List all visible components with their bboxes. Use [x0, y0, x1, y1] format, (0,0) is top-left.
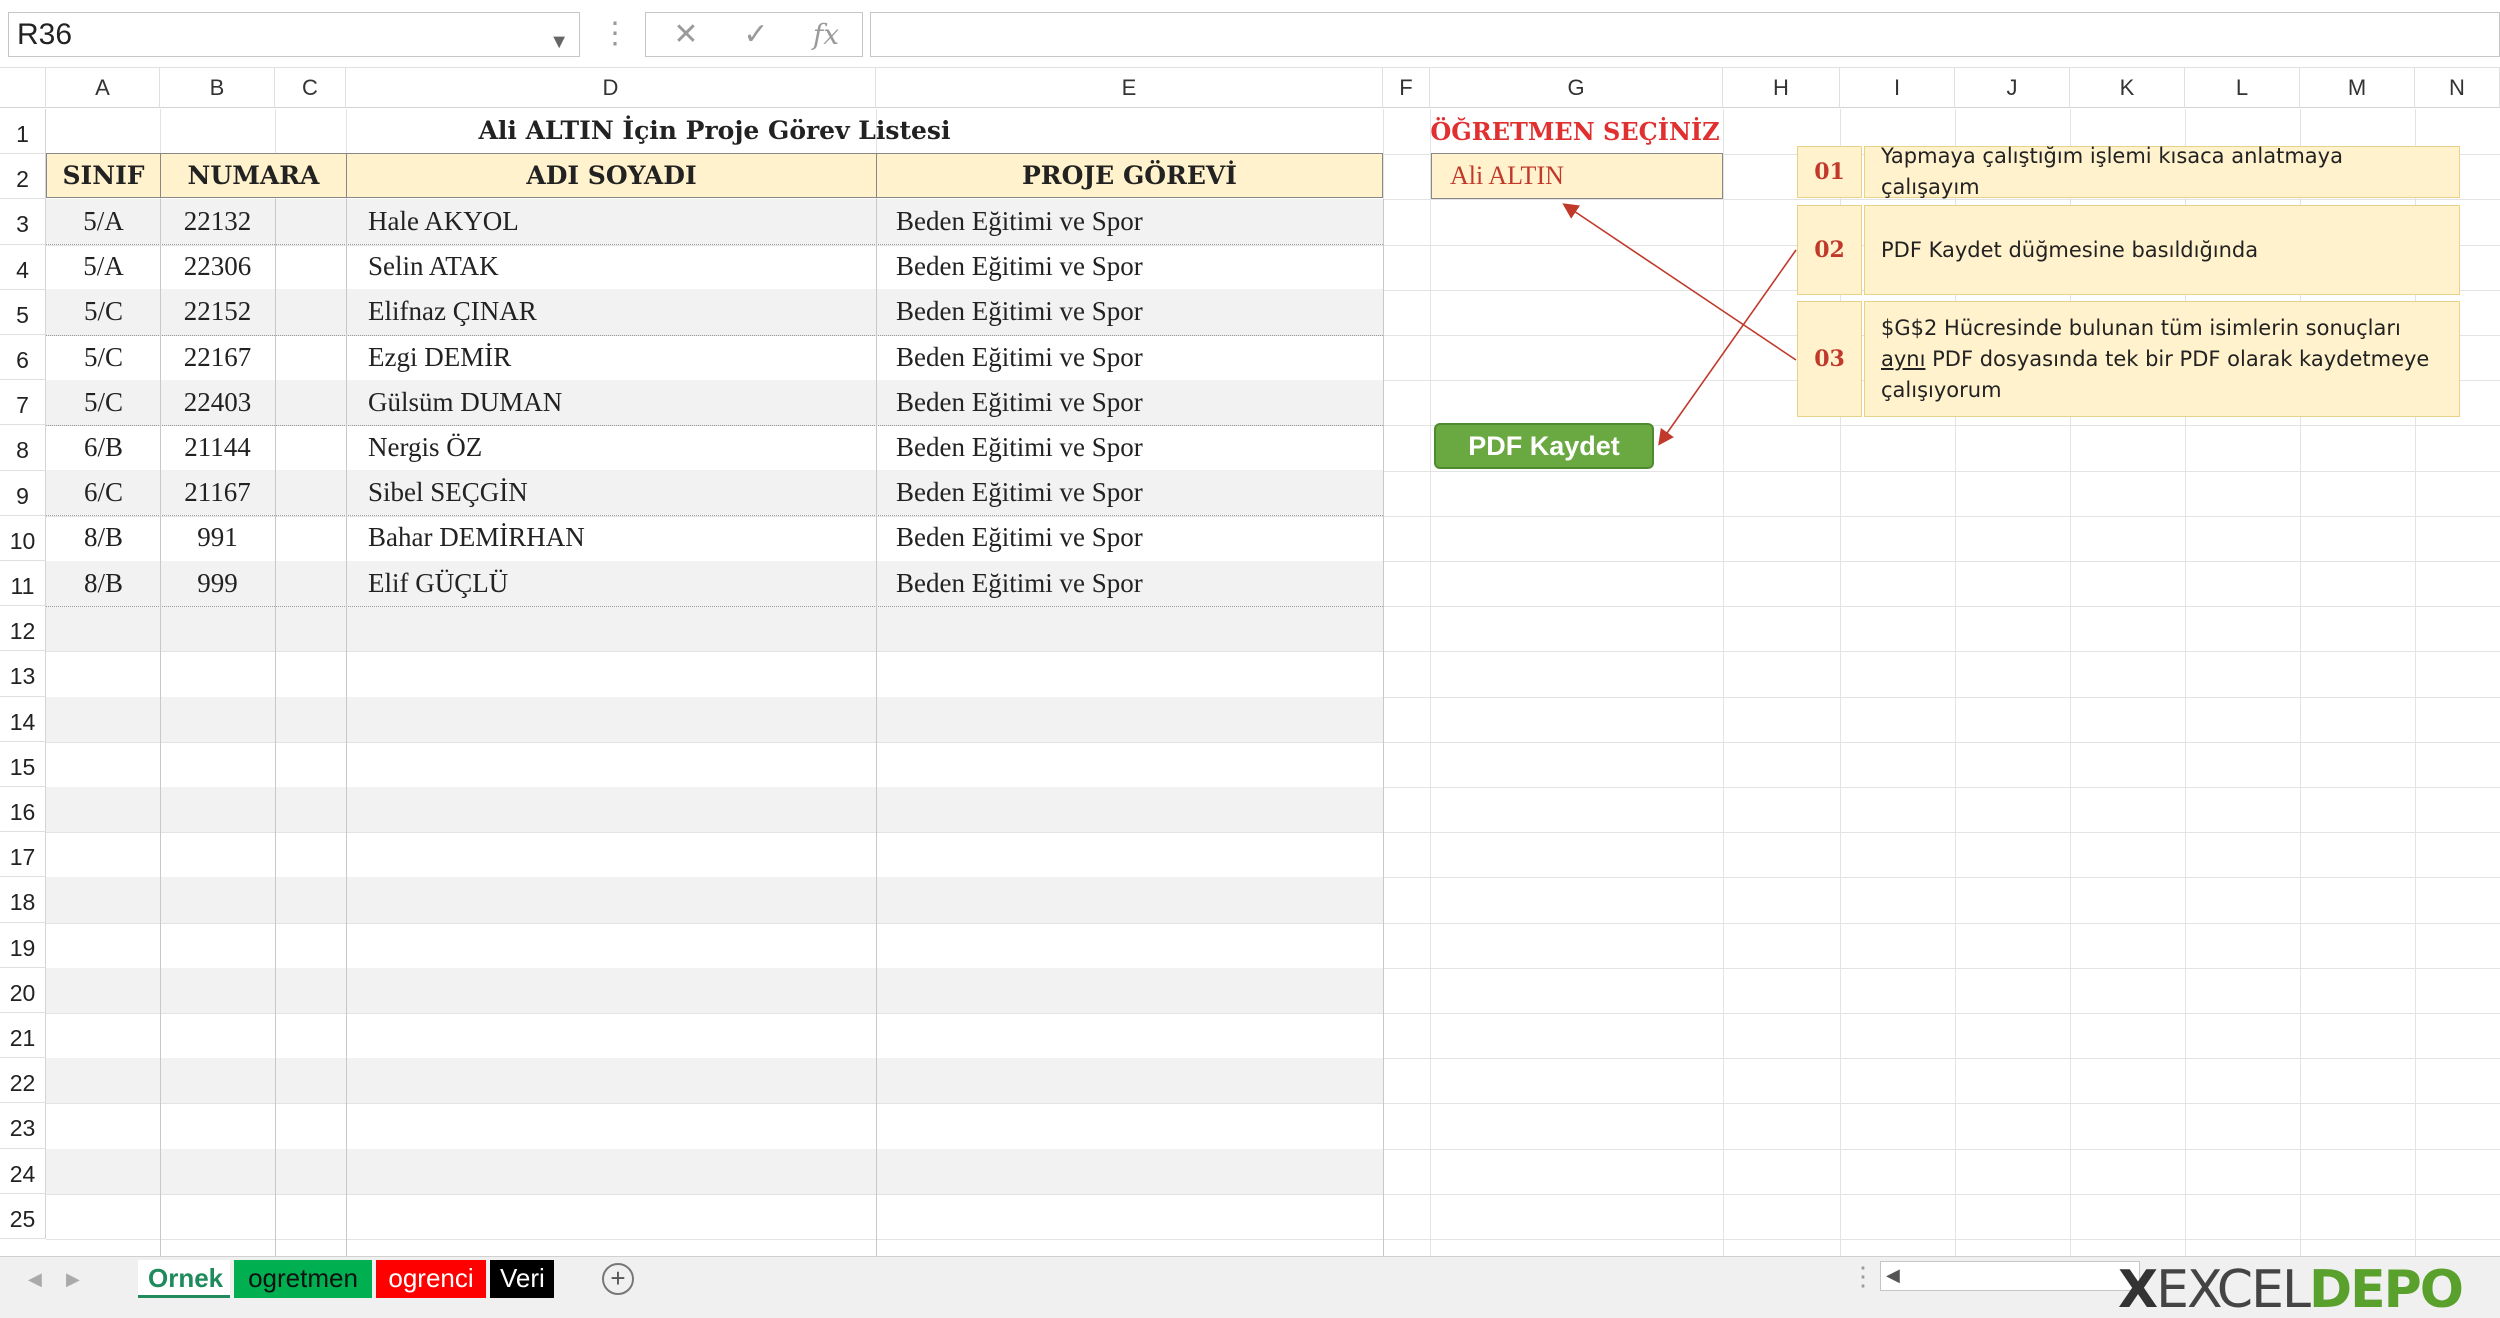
- tab-ogretmen[interactable]: ogretmen: [234, 1260, 372, 1298]
- tab-next-icon[interactable]: ▶: [66, 1269, 80, 1290]
- add-sheet-icon[interactable]: +: [602, 1263, 634, 1295]
- arrow-to-teacher-cell: [1562, 203, 1797, 361]
- logo-part2: DEPO: [2308, 1260, 2464, 1318]
- scroll-left-icon[interactable]: ◀: [1886, 1265, 1900, 1286]
- tab-ogrenci[interactable]: ogrenci: [376, 1260, 486, 1298]
- tab-splitter-icon[interactable]: ⋮: [1850, 1261, 1876, 1292]
- annotation-arrows: [1562, 203, 1797, 446]
- logo-part1: EXCEL: [2156, 1260, 2311, 1318]
- tab-prev-icon[interactable]: ◀: [28, 1269, 42, 1290]
- horizontal-scrollbar[interactable]: [1880, 1261, 2140, 1291]
- tab-veri[interactable]: Veri: [490, 1260, 554, 1298]
- tab-ornek[interactable]: Ornek: [138, 1260, 230, 1298]
- spreadsheet-app: R36 ▼ ⋮ ✕ ✓ fx ABCDEFGHIJKLMN 1234567891…: [0, 0, 2500, 1318]
- logo-x-icon: X: [2118, 1260, 2158, 1318]
- excel-depo-logo: XEXCELDEPO: [2118, 1260, 2464, 1318]
